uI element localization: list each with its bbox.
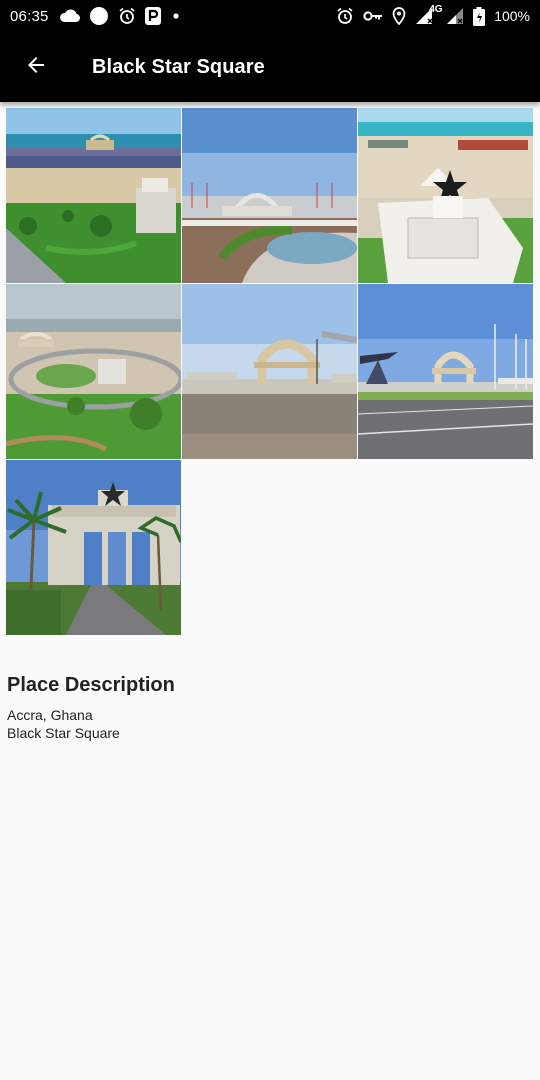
place-name: Black Star Square [7, 725, 120, 741]
independence-arch-palms-image [6, 460, 181, 635]
photo-gallery [6, 108, 534, 635]
cloud-icon [58, 9, 80, 23]
status-time: 06:35 [10, 7, 49, 25]
gallery-photo[interactable] [182, 284, 357, 459]
page-title: Black Star Square [92, 55, 265, 78]
status-left: 06:35 [10, 6, 182, 26]
alarm-icon [118, 7, 136, 25]
battery-icon [473, 6, 486, 26]
alarm-icon [336, 7, 354, 25]
star-gate-aerial-image [358, 108, 533, 283]
gallery-photo[interactable] [358, 108, 533, 283]
signal-icon [446, 7, 464, 25]
battery-percent: 100% [494, 8, 530, 24]
key-icon [363, 9, 383, 23]
back-button[interactable] [16, 47, 56, 87]
circle-icon [89, 6, 109, 26]
app-bar: Black Star Square [0, 32, 540, 102]
place-location: Accra, Ghana [7, 707, 93, 723]
arrow-back-icon [24, 53, 48, 82]
gallery-photo[interactable] [182, 108, 357, 283]
gallery-photo[interactable] [6, 460, 181, 635]
location-icon [392, 7, 406, 25]
arch-fountain-image [182, 108, 357, 283]
dot-icon [170, 10, 182, 22]
network-type-label: 4G [429, 4, 443, 15]
status-bar: 06:35 4G 100% [0, 0, 540, 32]
gallery-photo[interactable] [6, 284, 181, 459]
description-heading: Place Description [7, 674, 175, 696]
gallery-photo[interactable] [358, 284, 533, 459]
signal-icon: 4G [415, 4, 443, 25]
arch-open-field-image [182, 284, 357, 459]
square-aerial-crowd-image [6, 108, 181, 283]
arch-road-view-image [358, 284, 533, 459]
status-right: 4G 100% [336, 4, 530, 26]
gallery-photo[interactable] [6, 108, 181, 283]
parking-icon [144, 7, 161, 25]
place-description-section: Place Description Accra, Ghana Black Sta… [7, 674, 527, 742]
square-roundabout-image [6, 284, 181, 459]
